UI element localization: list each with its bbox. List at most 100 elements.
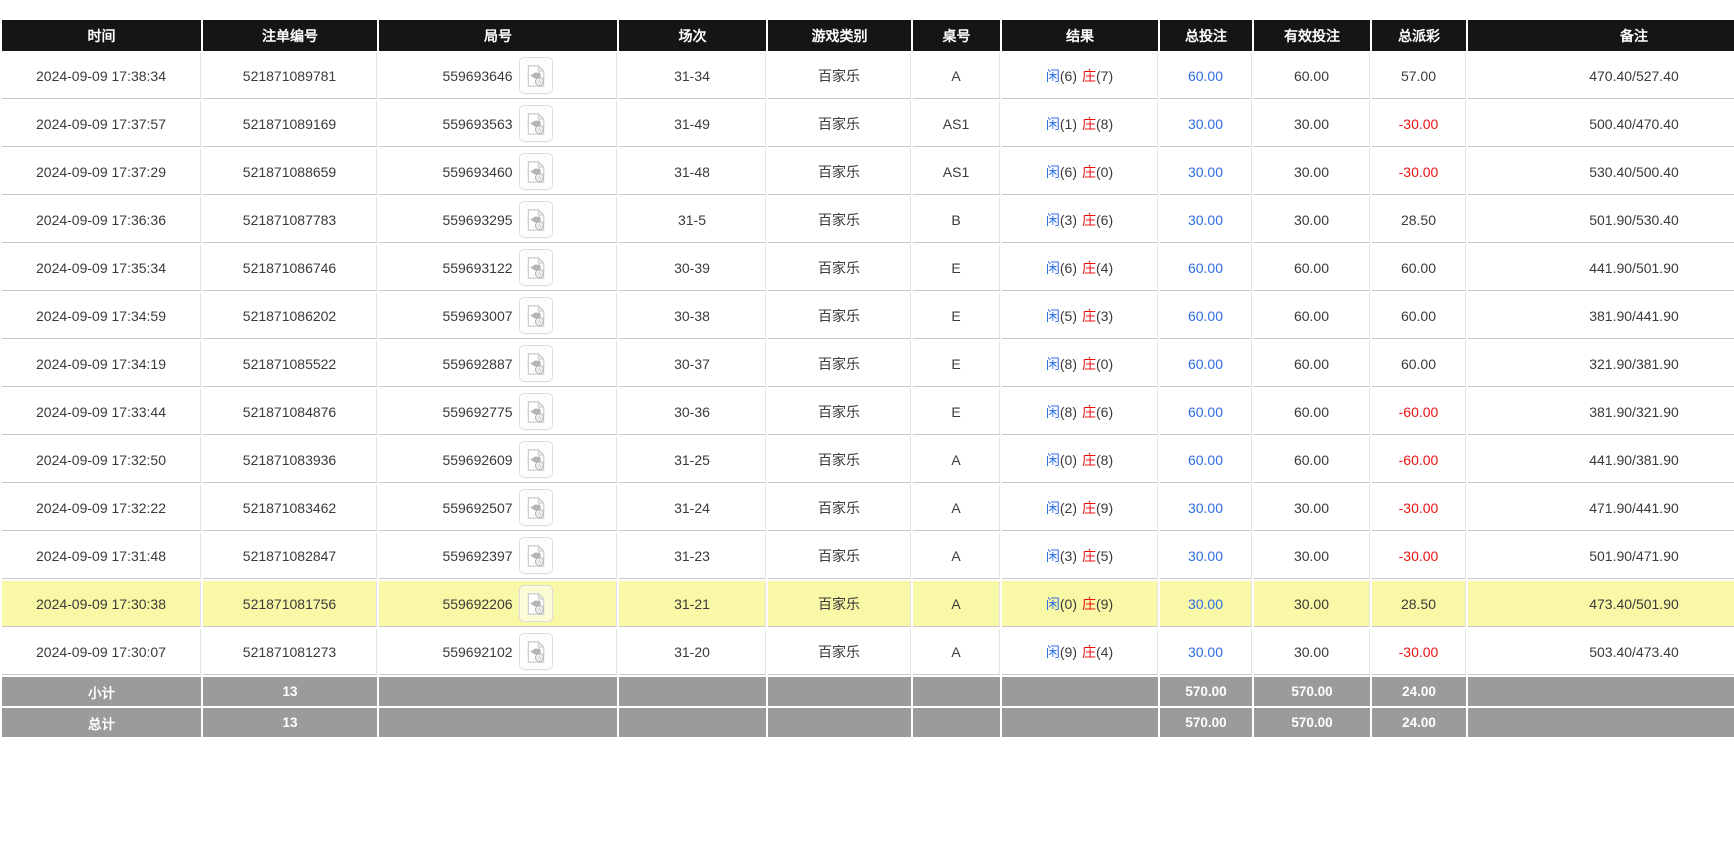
summary-row: 小计 13 570.00 570.00 24.00 <box>2 677 1734 706</box>
video-replay-button[interactable] <box>519 537 553 574</box>
table-row[interactable]: 2024-09-09 17:30:07 521871081273 5596921… <box>2 629 1734 675</box>
cell-total-payout: 60.00 <box>1372 341 1466 387</box>
cell-table-no: E <box>913 341 1000 387</box>
cell-session: 31-25 <box>619 437 766 483</box>
table-row[interactable]: 2024-09-09 17:36:36 521871087783 5596932… <box>2 197 1734 243</box>
cell-total-bet: 60.00 <box>1160 53 1252 99</box>
result-banker-label: 庄 <box>1082 116 1096 132</box>
summary-empty-round <box>379 677 617 706</box>
cell-bet-id: 521871083936 <box>203 437 377 483</box>
table-row[interactable]: 2024-09-09 17:34:19 521871085522 5596928… <box>2 341 1734 387</box>
cell-valid-bet: 30.00 <box>1254 197 1370 243</box>
video-replay-button[interactable] <box>519 153 553 190</box>
cell-result: 闲(8)庄(0) <box>1002 341 1158 387</box>
video-replay-button[interactable] <box>519 201 553 238</box>
video-replay-button[interactable] <box>519 633 553 670</box>
table-row[interactable]: 2024-09-09 17:38:34 521871089781 5596936… <box>2 53 1734 99</box>
cell-remark: 530.40/500.40 <box>1468 149 1734 195</box>
cell-session: 31-21 <box>619 581 766 627</box>
result-banker-label: 庄 <box>1082 308 1096 324</box>
result-banker-label: 庄 <box>1082 404 1096 420</box>
cell-result: 闲(8)庄(6) <box>1002 389 1158 435</box>
cell-total-bet: 60.00 <box>1160 389 1252 435</box>
table-row[interactable]: 2024-09-09 17:37:29 521871088659 5596934… <box>2 149 1734 195</box>
video-replay-button[interactable] <box>519 57 553 94</box>
cell-total-payout: -30.00 <box>1372 629 1466 675</box>
cell-round-id: 559692102 <box>379 629 617 675</box>
video-replay-button[interactable] <box>519 393 553 430</box>
summary-empty-result <box>1002 708 1158 737</box>
table-row[interactable]: 2024-09-09 17:32:50 521871083936 5596926… <box>2 437 1734 483</box>
cell-game-type: 百家乐 <box>768 485 911 531</box>
cell-result: 闲(2)庄(9) <box>1002 485 1158 531</box>
summary-empty-result <box>1002 677 1158 706</box>
cell-session: 31-5 <box>619 197 766 243</box>
video-icon <box>525 208 547 232</box>
cell-total-payout: -60.00 <box>1372 437 1466 483</box>
cell-valid-bet: 30.00 <box>1254 629 1370 675</box>
video-replay-button[interactable] <box>519 441 553 478</box>
cell-total-bet: 30.00 <box>1160 101 1252 147</box>
cell-total-payout: 60.00 <box>1372 245 1466 291</box>
summary-total-payout: 24.00 <box>1372 708 1466 737</box>
cell-result: 闲(6)庄(4) <box>1002 245 1158 291</box>
result-player-score: (8) <box>1060 404 1077 420</box>
video-replay-button[interactable] <box>519 249 553 286</box>
cell-session: 31-20 <box>619 629 766 675</box>
table-row[interactable]: 2024-09-09 17:33:44 521871084876 5596927… <box>2 389 1734 435</box>
column-header-total_payout: 总派彩 <box>1372 20 1466 51</box>
round-id-value: 559692206 <box>442 596 512 612</box>
cell-valid-bet: 60.00 <box>1254 389 1370 435</box>
column-header-table_no: 桌号 <box>913 20 1000 51</box>
cell-round-id: 559692887 <box>379 341 617 387</box>
video-replay-button[interactable] <box>519 297 553 334</box>
table-row[interactable]: 2024-09-09 17:32:22 521871083462 5596925… <box>2 485 1734 531</box>
result-player-score: (6) <box>1060 164 1077 180</box>
result-player-score: (1) <box>1060 116 1077 132</box>
cell-time: 2024-09-09 17:32:50 <box>2 437 201 483</box>
cell-total-payout: -30.00 <box>1372 533 1466 579</box>
table-row[interactable]: 2024-09-09 17:34:59 521871086202 5596930… <box>2 293 1734 339</box>
cell-time: 2024-09-09 17:34:59 <box>2 293 201 339</box>
result-player-label: 闲 <box>1046 308 1060 324</box>
cell-game-type: 百家乐 <box>768 341 911 387</box>
result-banker-score: (0) <box>1096 164 1113 180</box>
video-icon <box>525 448 547 472</box>
video-replay-button[interactable] <box>519 489 553 526</box>
result-banker-label: 庄 <box>1082 644 1096 660</box>
column-header-total_bet: 总投注 <box>1160 20 1252 51</box>
column-header-result: 结果 <box>1002 20 1158 51</box>
cell-total-payout: -30.00 <box>1372 101 1466 147</box>
table-row[interactable]: 2024-09-09 17:35:34 521871086746 5596931… <box>2 245 1734 291</box>
cell-game-type: 百家乐 <box>768 245 911 291</box>
video-replay-button[interactable] <box>519 585 553 622</box>
video-replay-button[interactable] <box>519 345 553 382</box>
table-row[interactable]: 2024-09-09 17:31:48 521871082847 5596923… <box>2 533 1734 579</box>
cell-remark: 473.40/501.90 <box>1468 581 1734 627</box>
cell-table-no: E <box>913 389 1000 435</box>
cell-table-no: A <box>913 581 1000 627</box>
cell-time: 2024-09-09 17:35:34 <box>2 245 201 291</box>
table-row[interactable]: 2024-09-09 17:30:38 521871081756 5596922… <box>2 581 1734 627</box>
result-banker-label: 庄 <box>1082 260 1096 276</box>
summary-label: 小计 <box>2 677 201 706</box>
cell-round-id: 559693460 <box>379 149 617 195</box>
cell-time: 2024-09-09 17:30:38 <box>2 581 201 627</box>
column-header-time: 时间 <box>2 20 201 51</box>
cell-game-type: 百家乐 <box>768 581 911 627</box>
cell-session: 30-38 <box>619 293 766 339</box>
cell-table-no: B <box>913 197 1000 243</box>
video-replay-button[interactable] <box>519 105 553 142</box>
cell-result: 闲(1)庄(8) <box>1002 101 1158 147</box>
cell-round-id: 559693122 <box>379 245 617 291</box>
cell-total-payout: 57.00 <box>1372 53 1466 99</box>
result-player-label: 闲 <box>1046 596 1060 612</box>
cell-bet-id: 521871087783 <box>203 197 377 243</box>
result-banker-label: 庄 <box>1082 356 1096 372</box>
table-row[interactable]: 2024-09-09 17:37:57 521871089169 5596935… <box>2 101 1734 147</box>
cell-remark: 471.90/441.90 <box>1468 485 1734 531</box>
result-player-label: 闲 <box>1046 356 1060 372</box>
cell-table-no: A <box>913 485 1000 531</box>
cell-round-id: 559692775 <box>379 389 617 435</box>
round-id-value: 559693563 <box>442 116 512 132</box>
